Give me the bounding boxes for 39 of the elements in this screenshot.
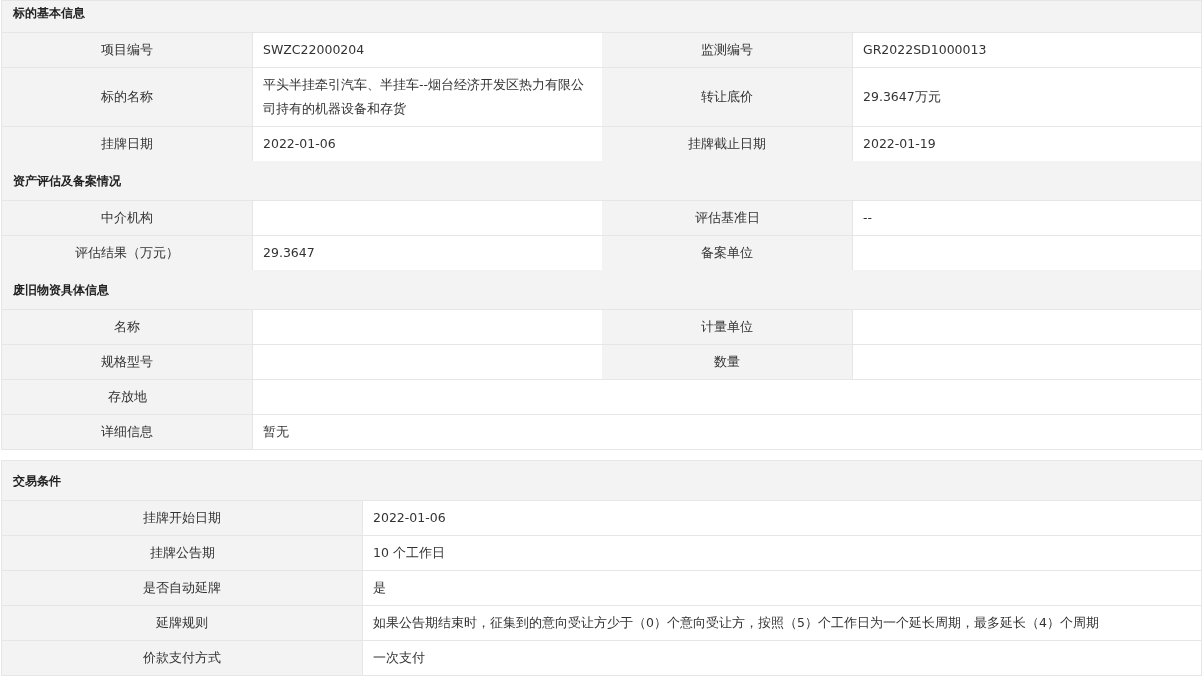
field-value: 平头半挂牵引汽车、半挂车--烟台经济开发区热力有限公司持有的机器设备和存货	[263, 76, 586, 118]
field-value: 29.3647万元	[863, 88, 941, 106]
field-label: 详细信息	[101, 424, 153, 440]
field-value: 2022-01-06	[373, 509, 446, 527]
section-title: 交易条件	[13, 472, 61, 489]
field-label: 备案单位	[701, 245, 753, 261]
field-label: 存放地	[107, 389, 147, 405]
field-label: 监测编号	[701, 42, 753, 58]
field-label: 标的名称	[101, 89, 153, 105]
field-value: 一次支付	[373, 649, 425, 667]
field-value: SWZC22000204	[263, 41, 365, 59]
section-title: 标的基本信息	[13, 4, 85, 21]
section-title: 废旧物资具体信息	[13, 281, 109, 298]
section-title: 资产评估及备案情况	[13, 172, 121, 189]
field-label: 价款支付方式	[143, 650, 221, 666]
field-value: GR2022SD1000013	[863, 41, 987, 59]
field-label: 评估结果（万元）	[75, 245, 179, 261]
field-label: 数量	[714, 354, 740, 370]
field-label: 挂牌日期	[101, 136, 153, 152]
field-label: 计量单位	[701, 319, 753, 335]
field-label: 名称	[114, 319, 140, 335]
field-label: 规格型号	[101, 354, 153, 370]
field-label: 挂牌公告期	[149, 545, 215, 561]
field-value: 10 个工作日	[373, 544, 445, 562]
field-label: 中介机构	[101, 210, 153, 226]
field-value: 是	[373, 579, 386, 597]
field-label: 挂牌开始日期	[143, 510, 221, 526]
field-value: 2022-01-06	[263, 135, 336, 153]
field-value: 29.3647	[263, 244, 315, 262]
field-value: --	[863, 209, 873, 227]
field-label: 挂牌截止日期	[688, 136, 766, 152]
field-value: 暂无	[263, 423, 289, 441]
field-label: 转让底价	[701, 89, 753, 105]
field-value: 如果公告期结束时，征集到的意向受让方少于（0）个意向受让方，按照（5）个工作日为一个延长周期，最多延长（4）个周期	[373, 614, 1099, 632]
field-label: 评估基准日	[694, 210, 760, 226]
field-label: 是否自动延牌	[143, 580, 221, 596]
field-value: 2022-01-19	[863, 135, 936, 153]
field-label: 延牌规则	[156, 615, 208, 631]
field-label: 项目编号	[101, 42, 153, 58]
